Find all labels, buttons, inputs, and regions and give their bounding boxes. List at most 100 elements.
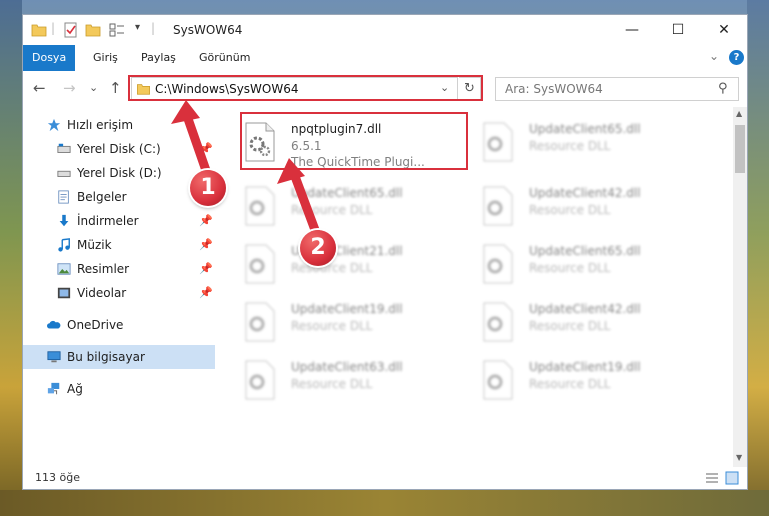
dll-file-icon bbox=[483, 302, 513, 342]
sidebar-item-drive-c[interactable]: Yerel Disk (C:) 📌 bbox=[23, 137, 215, 161]
pin-icon[interactable]: 📌 bbox=[199, 257, 213, 281]
sidebar-item-quick-access[interactable]: Hızlı erişim bbox=[23, 113, 215, 137]
sidebar-item-label: Videolar bbox=[77, 286, 127, 300]
sidebar-item-pictures[interactable]: Resimler 📌 bbox=[23, 257, 215, 281]
maximize-button[interactable]: ☐ bbox=[655, 15, 701, 45]
drive-icon bbox=[57, 170, 71, 177]
properties-icon[interactable] bbox=[63, 22, 79, 38]
toolbar-separator: | bbox=[51, 21, 56, 35]
ribbon-expand-icon[interactable]: ⌄ bbox=[709, 49, 719, 63]
dll-file-icon bbox=[483, 186, 513, 226]
vertical-scrollbar[interactable]: ▲ ▼ bbox=[733, 107, 747, 467]
cloud-icon bbox=[47, 320, 61, 329]
file-item[interactable]: UpdateClient19.dll Resource DLL bbox=[457, 351, 683, 407]
sidebar-item-videos[interactable]: Videolar 📌 bbox=[23, 281, 215, 305]
title-separator: | bbox=[151, 21, 156, 35]
window-title: SysWOW64 bbox=[173, 23, 243, 37]
desktop-wallpaper-bottom bbox=[0, 490, 769, 516]
tab-file[interactable]: Dosya bbox=[23, 45, 75, 71]
scroll-down-icon[interactable]: ▼ bbox=[736, 453, 742, 462]
step-1-badge: 1 bbox=[190, 170, 226, 206]
sidebar-item-music[interactable]: Müzik 📌 bbox=[23, 233, 215, 257]
file-item[interactable]: UpdateClient65.dll Resource DLL bbox=[457, 113, 683, 169]
quick-access-dropdown-icon[interactable]: ▾ bbox=[135, 22, 140, 33]
desktop-wallpaper-right bbox=[747, 0, 769, 516]
dll-file-icon bbox=[245, 244, 275, 284]
file-description: Resource DLL bbox=[291, 261, 373, 275]
pin-icon[interactable]: 📌 bbox=[199, 233, 213, 257]
file-description: Resource DLL bbox=[529, 139, 611, 153]
sidebar-item-label: Belgeler bbox=[77, 190, 127, 204]
desktop-wallpaper-left bbox=[0, 0, 22, 516]
file-item[interactable]: UpdateClient65.dll Resource DLL bbox=[219, 177, 445, 233]
help-icon[interactable]: ? bbox=[729, 50, 744, 65]
dll-file-icon bbox=[245, 302, 275, 342]
file-name: UpdateClient42.dll bbox=[529, 302, 641, 316]
dll-file-icon bbox=[483, 244, 513, 284]
file-item[interactable]: UpdateClient19.dll Resource DLL bbox=[219, 293, 445, 349]
folder-icon bbox=[31, 24, 47, 37]
recent-locations-icon[interactable]: ⌄ bbox=[89, 81, 98, 94]
tiles-view-icon[interactable] bbox=[725, 471, 739, 485]
dll-file-icon bbox=[245, 360, 275, 400]
sidebar-item-this-pc[interactable]: Bu bilgisayar bbox=[23, 345, 215, 369]
close-button[interactable]: ✕ bbox=[701, 15, 747, 45]
sidebar-item-network[interactable]: Ağ bbox=[23, 377, 215, 401]
pictures-icon bbox=[57, 263, 71, 275]
file-name: UpdateClient65.dll bbox=[529, 244, 641, 258]
download-icon bbox=[59, 214, 69, 227]
forward-button[interactable]: → bbox=[63, 79, 76, 97]
computer-icon bbox=[47, 351, 61, 363]
file-item[interactable]: UpdateClient42.dll Resource DLL bbox=[457, 293, 683, 349]
pin-icon[interactable]: 📌 bbox=[199, 137, 213, 161]
new-folder-icon[interactable] bbox=[85, 22, 101, 38]
up-button[interactable]: ↑ bbox=[109, 79, 122, 97]
file-item[interactable]: UpdateClient63.dll Resource DLL bbox=[219, 351, 445, 407]
file-name: UpdateClient65.dll bbox=[291, 186, 403, 200]
back-button[interactable]: ← bbox=[33, 79, 46, 97]
sidebar-item-downloads[interactable]: İndirmeler 📌 bbox=[23, 209, 215, 233]
file-name: UpdateClient63.dll bbox=[291, 360, 403, 374]
tab-share[interactable]: Paylaş bbox=[131, 45, 186, 71]
pin-icon[interactable]: 📌 bbox=[199, 281, 213, 305]
minimize-button[interactable]: — bbox=[609, 15, 655, 45]
file-item[interactable]: UpdateClient42.dll Resource DLL bbox=[457, 177, 683, 233]
file-name: UpdateClient65.dll bbox=[529, 122, 641, 136]
address-bar-highlight bbox=[128, 75, 483, 101]
view-options-icon[interactable] bbox=[109, 22, 125, 38]
file-name: UpdateClient42.dll bbox=[529, 186, 641, 200]
search-box[interactable]: Ara: SysWOW64 ⚲ bbox=[495, 77, 739, 101]
tab-home[interactable]: Giriş bbox=[83, 45, 128, 71]
search-icon[interactable]: ⚲ bbox=[718, 81, 728, 96]
sidebar-item-onedrive[interactable]: OneDrive bbox=[23, 313, 215, 337]
sidebar-item-label: Yerel Disk (C:) bbox=[77, 142, 161, 156]
dll-file-icon bbox=[483, 122, 513, 162]
item-count: 113 öğe bbox=[35, 471, 80, 484]
network-icon bbox=[47, 382, 60, 395]
sidebar-item-label: OneDrive bbox=[67, 318, 124, 332]
pin-icon[interactable]: 📌 bbox=[199, 209, 213, 233]
sidebar-item-label: Hızlı erişim bbox=[67, 118, 134, 132]
dll-file-icon bbox=[483, 360, 513, 400]
file-description: Resource DLL bbox=[291, 377, 373, 391]
sidebar-item-label: Yerel Disk (D:) bbox=[77, 166, 162, 180]
navigation-pane: Hızlı erişim Yerel Disk (C:) 📌 Yerel Dis… bbox=[23, 107, 215, 467]
sidebar-item-documents[interactable]: Belgeler bbox=[23, 185, 215, 209]
status-bar: 113 öğe bbox=[23, 467, 747, 489]
scroll-up-icon[interactable]: ▲ bbox=[736, 109, 742, 118]
file-description: Resource DLL bbox=[291, 203, 373, 217]
file-name: UpdateClient19.dll bbox=[529, 360, 641, 374]
details-view-icon[interactable] bbox=[705, 471, 719, 485]
sidebar-item-label: Bu bilgisayar bbox=[67, 350, 145, 364]
scrollbar-thumb[interactable] bbox=[735, 125, 745, 173]
music-icon bbox=[58, 238, 70, 252]
file-highlight bbox=[240, 112, 468, 170]
file-item[interactable]: UpdateClient65.dll Resource DLL bbox=[457, 235, 683, 291]
sidebar-item-label: İndirmeler bbox=[77, 214, 139, 228]
sidebar-item-drive-d[interactable]: Yerel Disk (D:) bbox=[23, 161, 215, 185]
tab-view[interactable]: Görünüm bbox=[189, 45, 260, 71]
file-description: Resource DLL bbox=[529, 203, 611, 217]
sidebar-item-label: Resimler bbox=[77, 262, 130, 276]
drive-icon bbox=[57, 143, 71, 153]
file-description: Resource DLL bbox=[291, 319, 373, 333]
